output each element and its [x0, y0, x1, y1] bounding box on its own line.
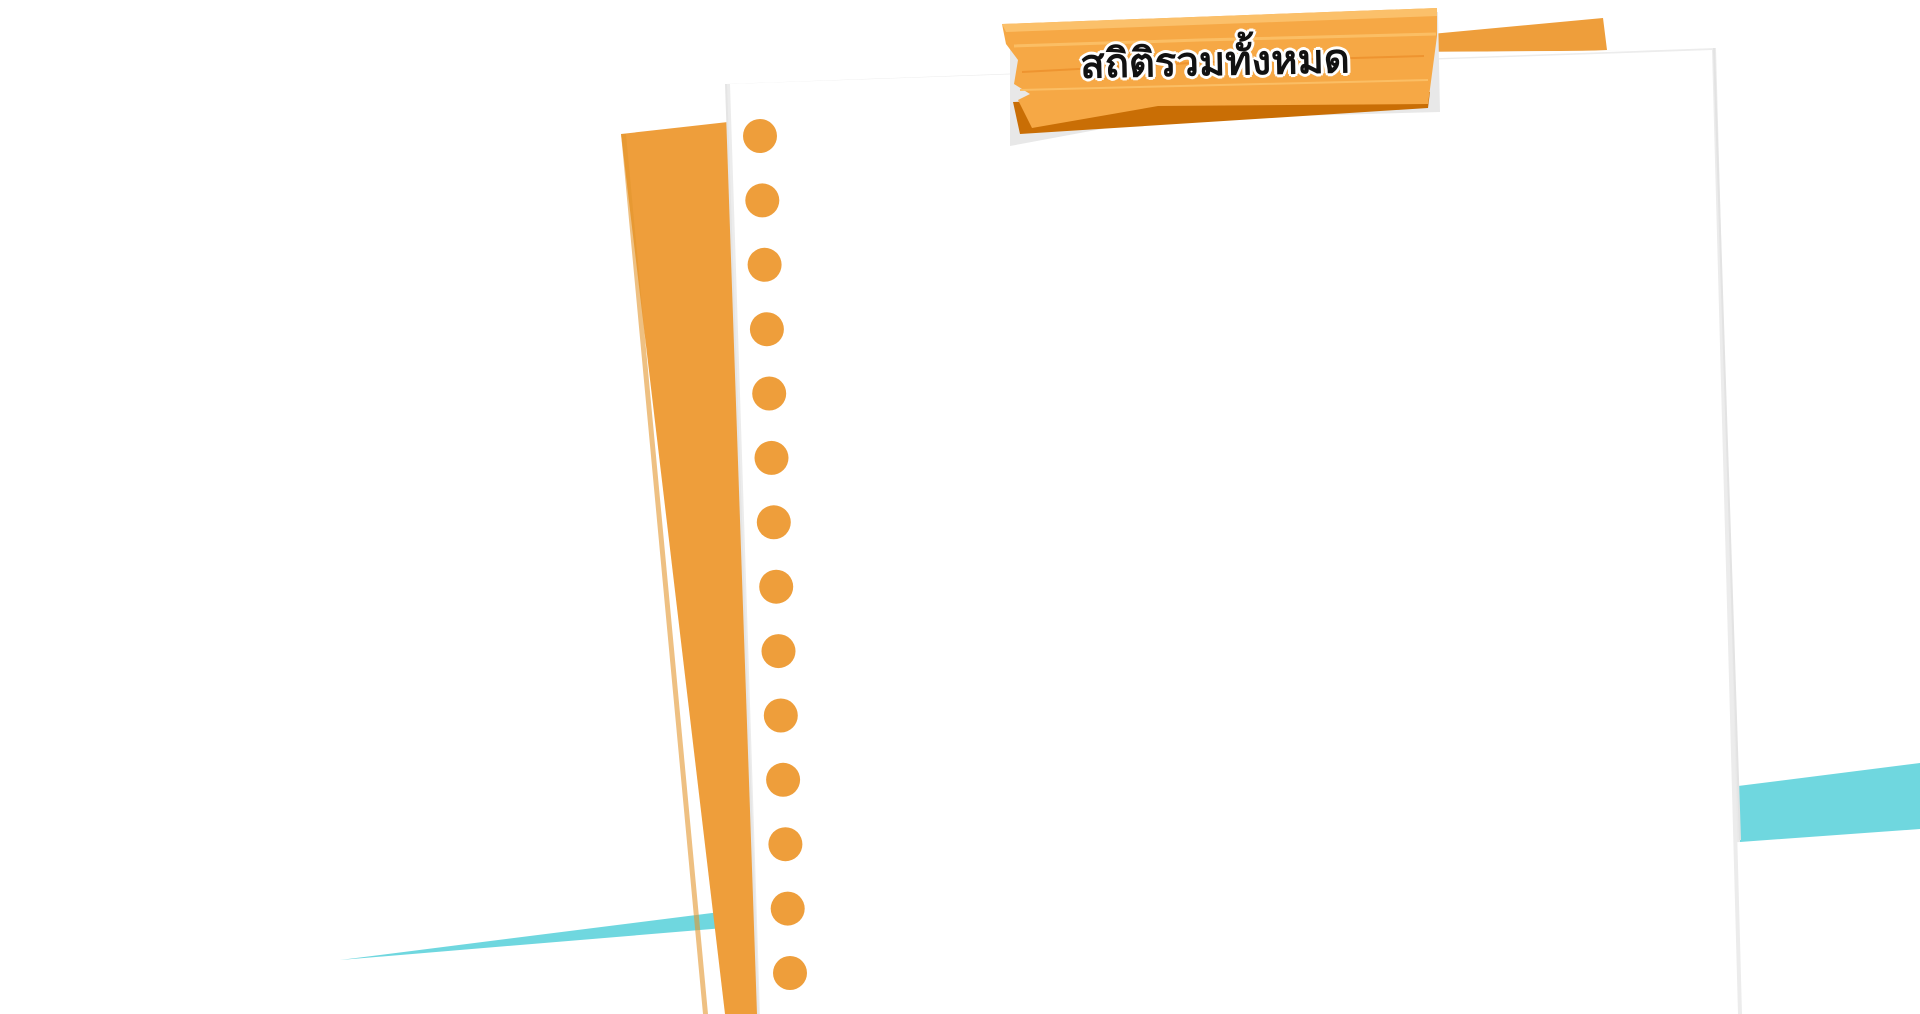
stats-screen: สถิติรวมทั้งหมด [0, 0, 1920, 1014]
wooden-sign [1002, 8, 1440, 146]
stats-title: สถิติรวมทั้งหมด [1079, 36, 1351, 88]
